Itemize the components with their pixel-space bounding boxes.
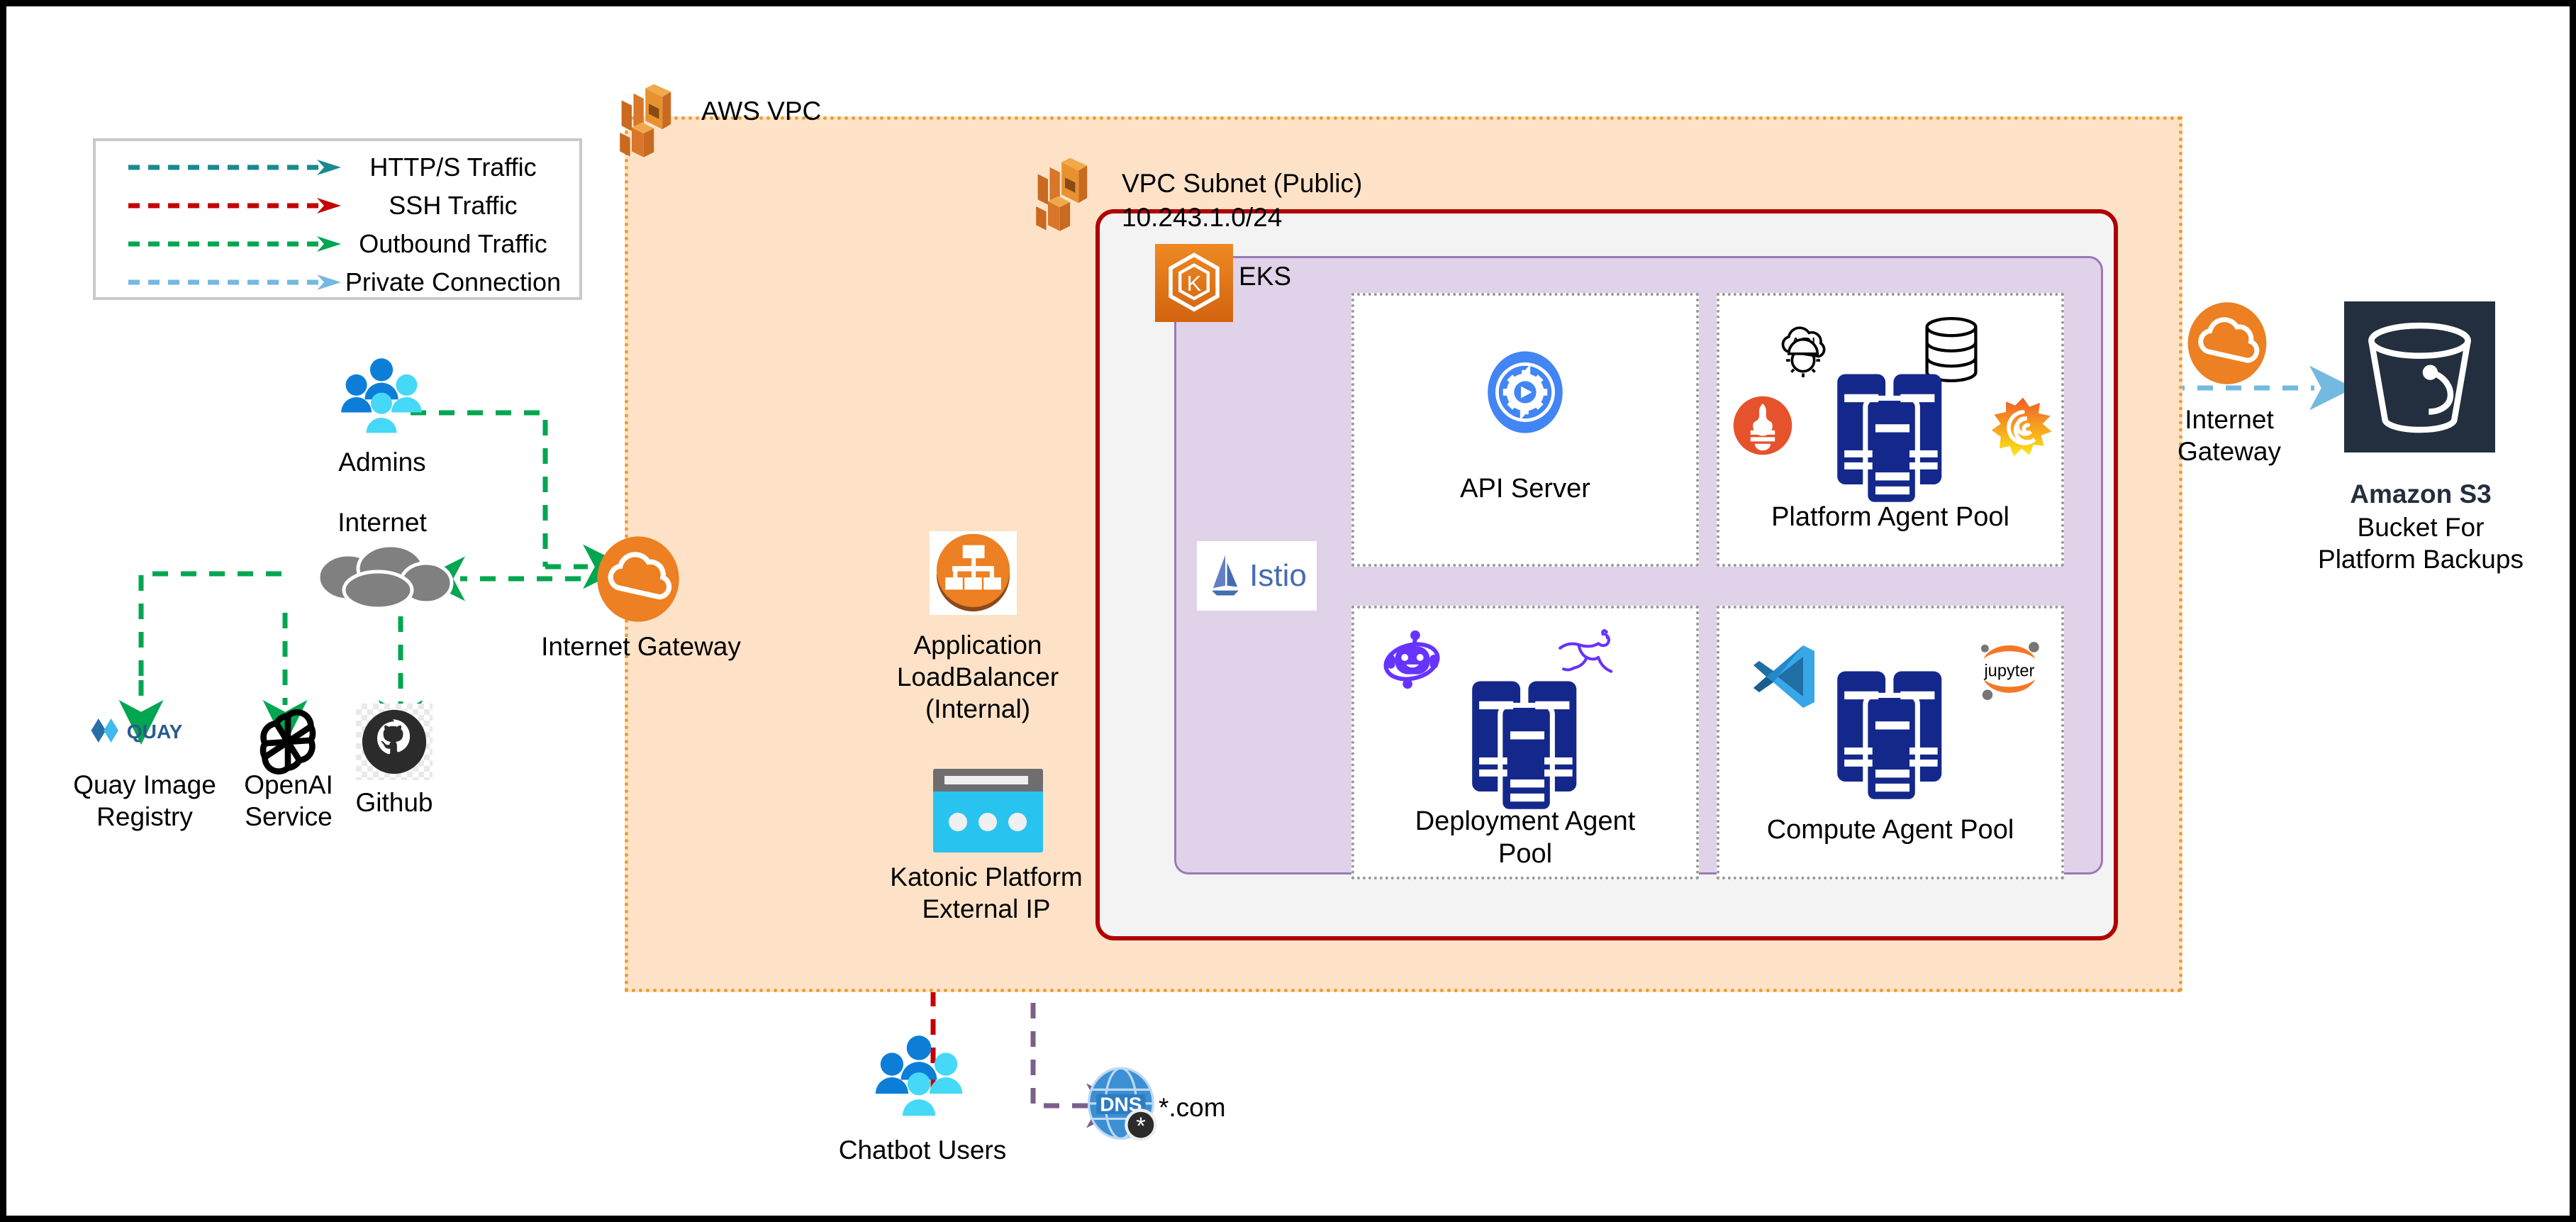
users-group-icon [341,358,422,433]
pool-label-deployment: Deployment Agent Pool [1415,806,1636,869]
s3-subtitle: Bucket For Platform Backups [2318,513,2524,574]
window-titlebar [933,769,1043,791]
aws-vpc-icon [620,84,671,157]
legend-item: HTTP/S Traffic [96,151,579,184]
chatbot-icon [1383,630,1440,689]
pool-deployment-agent[interactable]: Deployment Agent Pool [1351,606,1699,879]
github-label: Github [355,788,433,817]
dashed-arrow-icon [128,274,341,290]
dns-globe-icon: DNS * [1087,1067,1157,1141]
legend: HTTP/S Traffic SSH Traffic Outbound Traf… [93,138,582,300]
istio-sail-icon [1212,555,1239,596]
vscode-icon [1753,645,1814,708]
admins-label: Admins [338,448,426,477]
grafana-icon [1991,397,2052,457]
pool-platform-agent[interactable]: API [1717,293,2064,567]
istio-label: Istio [1249,558,1307,593]
svg-text:jupyter: jupyter [1983,662,2034,680]
dashed-arrow-icon [128,160,341,175]
legend-item: SSH Traffic [96,189,579,222]
pool-label-api-server: API Server [1460,474,1590,504]
legend-item: Private Connection [96,266,579,299]
prometheus-icon [1733,396,1792,455]
legend-label-outbound: Outbound Traffic [359,229,547,258]
window-dot [1008,813,1027,831]
legend-label-https: HTTP/S Traffic [369,152,537,182]
architecture-diagram: HTTP/S Traffic SSH Traffic Outbound Traf… [0,0,2576,1222]
api-server-gear-icon [1488,351,1563,433]
s3-title: Amazon S3 [2350,479,2492,509]
server-stack-icon [1837,671,1942,804]
aws-application-load-balancer-icon[interactable] [930,531,1017,615]
aws-subnet-icon [1036,157,1088,231]
svg-text:K: K [1187,271,1202,296]
subnet-cidr: 10.243.1.0/24 [1122,203,1283,232]
quay-label: Quay Image Registry [73,770,216,832]
legend-label-ssh: SSH Traffic [389,191,518,220]
github-icon [356,704,433,780]
window-dot [949,813,967,831]
legend-item: Outbound Traffic [96,228,579,260]
katonic-external-ip-label: Katonic Platform External IP [890,862,1083,924]
internet-gateway-right-label: Internet Gateway [2177,405,2281,467]
pool-compute-agent[interactable]: jupyter Compute Agent Pool [1717,606,2064,879]
pool-label-compute: Compute Agent Pool [1766,815,2014,845]
aws-internet-gateway-icon[interactable] [595,535,681,623]
server-stack-icon [1472,681,1577,814]
users-group-icon [875,1035,963,1116]
pool-api-server[interactable]: API Server [1351,293,1699,567]
pool-label-platform: Platform Agent Pool [1771,502,2009,532]
dashed-arrow-icon [128,198,341,213]
server-stack-icon [1837,374,1942,507]
jupyter-icon: jupyter [1980,642,2039,700]
aws-internet-gateway-icon[interactable] [2185,301,2269,386]
browser-window-icon[interactable] [933,769,1043,852]
window-dot [978,813,997,831]
arrow-internet-to-quay [138,571,281,680]
api-cloud-gear-icon: API [1781,326,1826,377]
chatbot-users-label: Chatbot Users [838,1135,1007,1165]
kubernetes-eks-icon: K [1155,244,1233,322]
internet-label: Internet [338,508,427,537]
dashed-arrow-icon [128,236,341,252]
dns-domain-label: *.com [1159,1093,1226,1122]
legend-label-private: Private Connection [345,267,562,296]
amazon-s3-bucket-icon[interactable] [2344,301,2495,452]
svg-text:*: * [1136,1113,1145,1140]
subnet-label: VPC Subnet (Public) [1122,169,1363,198]
eks-label: EKS [1239,262,1292,291]
istio-service-mesh[interactable]: Istio [1197,541,1317,611]
load-balancer-label: Application LoadBalancer (Internal) [896,631,1059,724]
quay-icon: QUAY [91,718,183,743]
svg-text:QUAY: QUAY [127,721,183,743]
internet-gateway-left-label: Internet Gateway [541,632,741,661]
cloud-icon [316,543,454,611]
vpc-label: AWS VPC [701,96,822,126]
